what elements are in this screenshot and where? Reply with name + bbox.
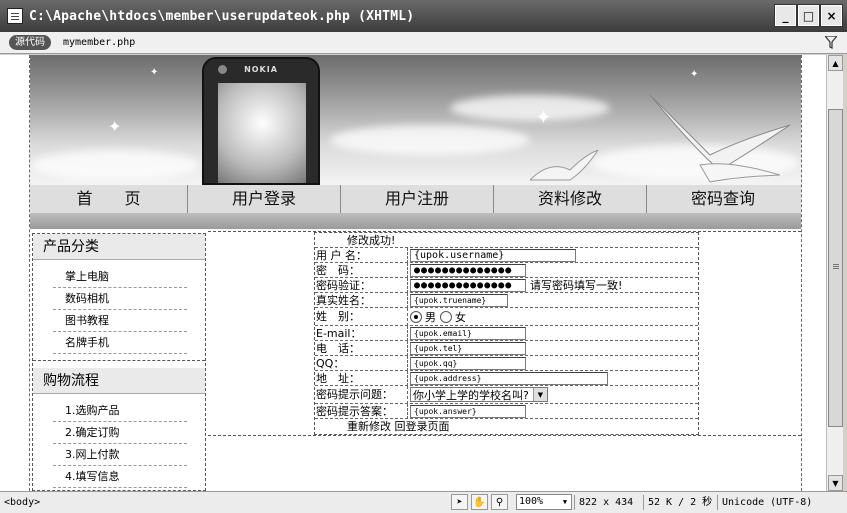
gender-label: 姓 别： xyxy=(315,307,408,326)
sidebar: 产品分类 掌上电脑 数码相机 图书教程 名牌手机 购物流程 1.选购产品 2.确… xyxy=(32,233,206,491)
tag-selector[interactable]: <body> xyxy=(4,497,40,508)
question-selected-value: 你小学上学的学校名叫? xyxy=(413,388,529,402)
gender-female-label: 女 xyxy=(455,310,466,324)
success-message: 修改成功! xyxy=(347,233,396,247)
phone-field[interactable]: {upok.tel} xyxy=(410,341,526,355)
phone-image: NOKIA xyxy=(202,57,320,185)
sidebar-item-phones[interactable]: 名牌手机 xyxy=(53,332,187,354)
nav-item-edit-profile[interactable]: 资料修改 xyxy=(494,185,647,213)
gender-male-radio[interactable] xyxy=(410,310,422,323)
sidebar-item-camera[interactable]: 数码相机 xyxy=(53,288,187,310)
form-row-confirm: 密码验证： ●●●●●●●●●●●●●● 请写密码填写一致! xyxy=(315,277,698,293)
window-title: C:\Apache\htdocs\member\userupdateok.php… xyxy=(29,8,415,24)
encoding: Unicode (UTF-8) xyxy=(717,495,816,510)
address-field[interactable]: {upok.address} xyxy=(410,371,608,385)
design-view[interactable]: ✦ ✦ ✦ ✦ NOKIA 首 页 用户登录 用户注册 资料修改 密码查询 产品… xyxy=(0,55,826,491)
nav-item-register[interactable]: 用户注册 xyxy=(341,185,494,213)
window-size[interactable]: 822 x 434 xyxy=(574,495,637,510)
content-area: 修改成功! 用 户 名： {upok.username} 密 码： ●●●●●●… xyxy=(208,231,801,436)
filter-icon[interactable] xyxy=(825,36,837,49)
sidebar-item-pda[interactable]: 掌上电脑 xyxy=(53,266,187,288)
form-row-answer: 密码提示答案： {upok.answer} xyxy=(315,403,698,419)
file-size-download-time: 52 K / 2 秒 xyxy=(643,495,716,510)
pointer-tool-icon[interactable]: ➤ xyxy=(451,494,468,510)
form-row-gender: 姓 别： 男 女 xyxy=(315,307,698,326)
hand-tool-icon[interactable]: ✋ xyxy=(471,494,488,510)
answer-field[interactable]: {upok.answer} xyxy=(410,404,526,418)
related-files-bar: 源代码 mymember.php xyxy=(0,32,847,54)
nav-item-password-lookup[interactable]: 密码查询 xyxy=(647,185,799,213)
update-result-form: 修改成功! 用 户 名： {upok.username} 密 码： ●●●●●●… xyxy=(314,232,699,435)
nav-item-home[interactable]: 首 页 xyxy=(30,185,188,213)
confirm-password-field[interactable]: ●●●●●●●●●●●●●● xyxy=(410,278,526,292)
form-row-email: E-mail： {upok.email} xyxy=(315,325,698,341)
sparkle-icon: ✦ xyxy=(535,105,552,129)
form-row-phone: 电 话： {upok.tel} xyxy=(315,340,698,356)
form-row-qq: QQ： {upok.qq} xyxy=(315,355,698,371)
document-icon xyxy=(7,8,23,24)
sidebar-item-step1[interactable]: 1.选购产品 xyxy=(53,400,187,422)
password-field[interactable]: ●●●●●●●●●●●●●● xyxy=(410,263,526,277)
close-button[interactable]: × xyxy=(820,4,843,27)
password-label: 密 码： xyxy=(315,262,408,278)
gender-female-radio[interactable] xyxy=(440,310,452,323)
scroll-thumb[interactable] xyxy=(828,109,843,427)
address-label: 地 址： xyxy=(315,370,408,386)
chevron-down-icon[interactable]: ▼ xyxy=(559,495,571,509)
username-field[interactable]: {upok.username} xyxy=(410,248,576,262)
qq-field[interactable]: {upok.qq} xyxy=(410,356,526,370)
sidebar-item-step2[interactable]: 2.确定订购 xyxy=(53,422,187,444)
source-code-button[interactable]: 源代码 xyxy=(9,35,51,50)
nav-divider xyxy=(30,213,801,229)
page-container: ✦ ✦ ✦ ✦ NOKIA 首 页 用户登录 用户注册 资料修改 密码查询 产品… xyxy=(29,55,802,491)
username-label: 用 户 名： xyxy=(315,247,408,263)
sparkle-icon: ✦ xyxy=(690,69,699,80)
realname-field[interactable]: {upok.truename} xyxy=(410,293,508,307)
related-file-link[interactable]: mymember.php xyxy=(63,37,135,48)
phone-brand: NOKIA xyxy=(244,65,278,74)
maximize-button[interactable]: □ xyxy=(797,4,820,27)
footer-links[interactable]: 重新修改 回登录页面 xyxy=(315,419,450,434)
form-row-question: 密码提示问题： 你小学上学的学校名叫? ▼ xyxy=(315,385,698,404)
window-titlebar: C:\Apache\htdocs\member\userupdateok.php… xyxy=(0,0,847,32)
form-row-address: 地 址： {upok.address} xyxy=(315,370,698,386)
nav-item-login[interactable]: 用户登录 xyxy=(188,185,341,213)
phone-label: 电 话： xyxy=(315,340,408,356)
vertical-scrollbar[interactable]: ▲ ▼ xyxy=(826,55,843,491)
form-row-links: 重新修改 回登录页面 xyxy=(315,419,698,434)
form-row-message: 修改成功! xyxy=(315,233,698,248)
minimize-button[interactable]: _ xyxy=(774,4,797,27)
sidebar-title-shopping: 购物流程 xyxy=(33,368,205,394)
main-nav: 首 页 用户登录 用户注册 资料修改 密码查询 xyxy=(30,185,801,213)
email-field[interactable]: {upok.email} xyxy=(410,326,526,340)
header-banner: ✦ ✦ ✦ ✦ NOKIA xyxy=(30,55,801,185)
seagull-image xyxy=(649,94,791,183)
question-label: 密码提示问题： xyxy=(315,385,408,404)
seagull-image xyxy=(530,150,599,181)
sidebar-title-categories: 产品分类 xyxy=(33,234,205,260)
zoom-value: 100% xyxy=(519,496,544,507)
chevron-down-icon[interactable]: ▼ xyxy=(532,388,547,401)
sidebar-item-step4[interactable]: 4.填写信息 xyxy=(53,466,187,488)
scroll-up-button[interactable]: ▲ xyxy=(828,55,843,71)
status-bar: <body> ➤ ✋ ⚲ 100% ▼ 822 x 434 52 K / 2 秒… xyxy=(0,491,847,513)
gender-male-label: 男 xyxy=(425,310,436,324)
sidebar-item-step3[interactable]: 3.网上付款 xyxy=(53,444,187,466)
form-row-realname: 真实姓名： {upok.truename} xyxy=(315,292,698,308)
question-select[interactable]: 你小学上学的学校名叫? ▼ xyxy=(410,387,548,402)
zoom-select[interactable]: 100% ▼ xyxy=(516,494,572,510)
sparkle-icon: ✦ xyxy=(108,117,122,136)
confirm-password-label: 密码验证： xyxy=(315,277,408,293)
qq-label: QQ： xyxy=(315,355,408,371)
answer-label: 密码提示答案： xyxy=(315,403,408,419)
realname-label: 真实姓名： xyxy=(315,292,408,308)
sidebar-item-books[interactable]: 图书教程 xyxy=(53,310,187,332)
scroll-down-button[interactable]: ▼ xyxy=(828,475,843,491)
sparkle-icon: ✦ xyxy=(150,67,159,78)
confirm-password-hint: 请写密码填写一致! xyxy=(530,279,623,292)
form-row-password: 密 码： ●●●●●●●●●●●●●● xyxy=(315,262,698,278)
zoom-tool-icon[interactable]: ⚲ xyxy=(491,494,508,510)
form-row-username: 用 户 名： {upok.username} xyxy=(315,247,698,263)
email-label: E-mail： xyxy=(315,325,408,341)
